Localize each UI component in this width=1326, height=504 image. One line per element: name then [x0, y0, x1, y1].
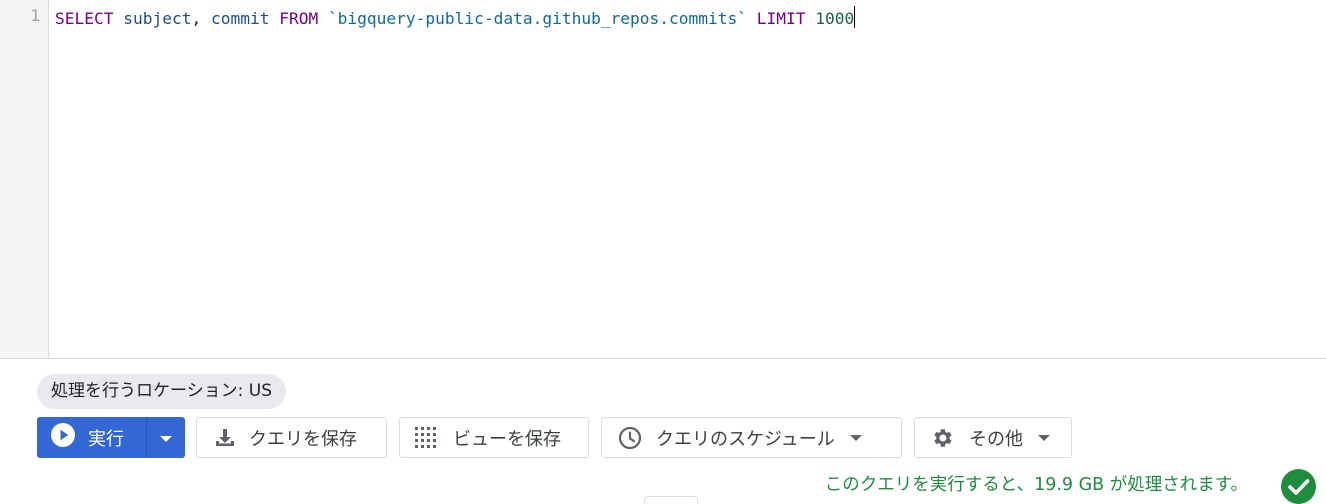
- chevron-down-icon: [849, 434, 863, 442]
- keyword-select: SELECT: [55, 9, 114, 28]
- check-circle-icon: [1281, 469, 1316, 504]
- clock-icon: [618, 426, 642, 450]
- query-editor[interactable]: 1 SELECT subject, commit FROM `bigquery-…: [0, 0, 1326, 359]
- gear-icon: [930, 426, 954, 450]
- play-circle-icon: [51, 423, 75, 452]
- limit-value: 1000: [815, 9, 855, 28]
- table-reference: `bigquery-public-data.github_repos.commi…: [327, 9, 748, 28]
- schedule-query-button[interactable]: クエリのスケジュール: [601, 417, 902, 458]
- grid-dots-icon: [415, 426, 441, 449]
- save-query-label: クエリを保存: [249, 428, 357, 450]
- chevron-down-icon: [1037, 434, 1051, 442]
- comma: ,: [191, 9, 202, 28]
- query-validation-message: このクエリを実行すると、19.9 GB が処理されます。: [824, 475, 1248, 495]
- keyword-from: FROM: [279, 9, 319, 28]
- more-label: その他: [969, 428, 1023, 450]
- line-number: 1: [30, 6, 40, 25]
- panel-resize-handle[interactable]: [644, 496, 698, 504]
- more-button[interactable]: その他: [914, 417, 1072, 458]
- column-subject: subject: [123, 9, 192, 28]
- keyword-limit: LIMIT: [756, 9, 806, 28]
- schedule-query-label: クエリのスケジュール: [656, 428, 835, 450]
- run-dropdown-button[interactable]: [146, 417, 185, 458]
- save-view-label: ビューを保存: [453, 428, 561, 450]
- column-commit: commit: [210, 9, 270, 28]
- run-label: 実行: [88, 428, 124, 450]
- save-view-button[interactable]: ビューを保存: [399, 417, 589, 458]
- caret-down-icon: [159, 428, 173, 447]
- run-button[interactable]: 実行: [37, 417, 146, 458]
- query-text[interactable]: SELECT subject, commit FROM `bigquery-pu…: [55, 6, 856, 29]
- processing-location-chip[interactable]: 処理を行うロケーション: US: [37, 374, 287, 409]
- save-query-button[interactable]: クエリを保存: [196, 417, 387, 458]
- text-cursor: [854, 6, 856, 28]
- download-icon: [214, 427, 236, 449]
- run-button-group: 実行: [37, 417, 185, 458]
- line-gutter: 1: [0, 0, 49, 358]
